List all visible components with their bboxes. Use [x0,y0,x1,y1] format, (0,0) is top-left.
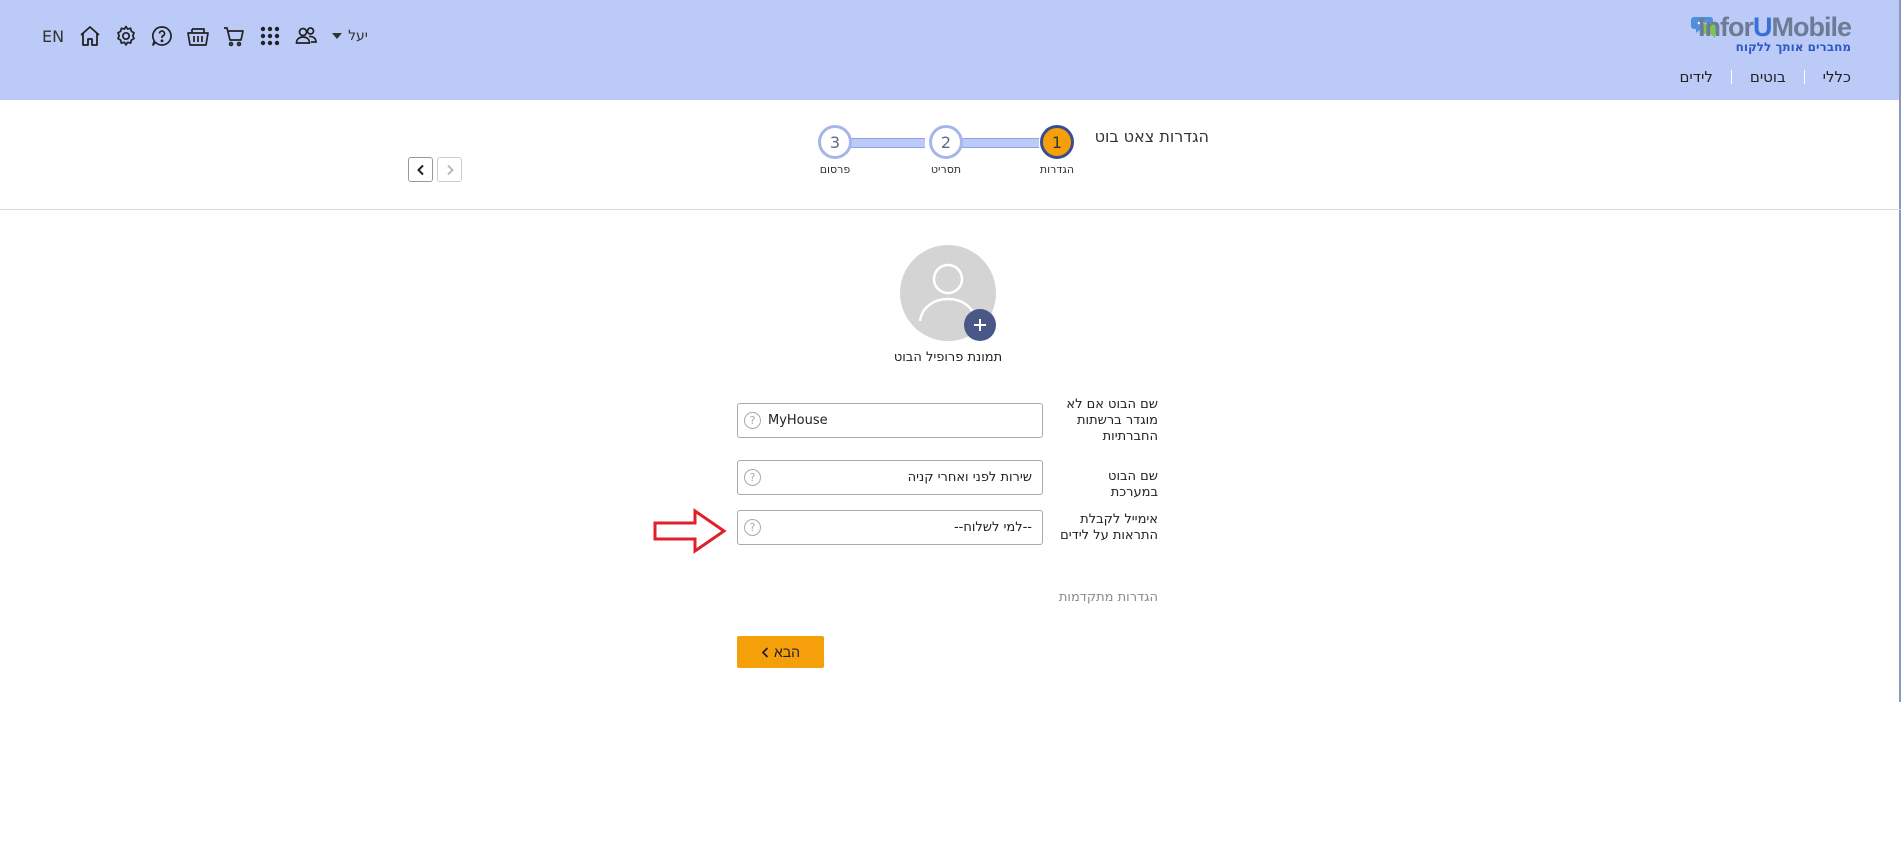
advanced-settings-link[interactable]: הגדרות מתקדמות [1059,590,1158,605]
user-name: יעל [348,28,368,44]
wizard-arrows [408,157,466,182]
nav-divider [1803,70,1805,84]
home-icon[interactable] [78,24,102,48]
step-connector [962,138,1039,148]
system-name-value: שירות לפני ואחרי קניה [907,470,1032,485]
help-icon[interactable]: ? [744,469,761,486]
main-nav: כללי בוטים לידים [1679,68,1851,86]
email-label: אימייל לקבלת התראות על לידים [1060,512,1158,543]
email-select[interactable]: ? --למי לשלוח-- [737,510,1043,545]
help-icon[interactable]: ? [744,519,761,536]
top-header: InforUMobile מחברים אותך ללקוח כללי בוטי… [0,0,1901,100]
step-connector [850,138,925,148]
brand-logo[interactable]: InforUMobile מחברים אותך ללקוח [1691,12,1852,56]
basket-icon[interactable] [186,24,210,48]
next-button[interactable]: הבא [737,636,824,668]
add-photo-button[interactable] [964,309,996,341]
step-1-label: הגדרות [1039,163,1075,176]
red-arrow-annotation-icon [653,508,727,554]
logo-wordmark: InforUMobile [1698,12,1852,42]
step-1-circle[interactable]: 1 [1040,125,1074,159]
help-chat-icon[interactable] [150,24,174,48]
language-switch[interactable]: EN [42,27,64,46]
chevron-right-icon [446,164,454,175]
nav-bots[interactable]: בוטים [1750,68,1786,86]
user-menu[interactable]: יעל [332,28,368,44]
step-2-label: תסריט [930,163,962,176]
header-toolbar: EN יעל [42,24,368,48]
bot-name-field[interactable]: ? MyHouse [737,403,1043,438]
system-name-field[interactable]: ? שירות לפני ואחרי קניה [737,460,1043,495]
step-2-circle[interactable]: 2 [929,125,963,159]
users-icon[interactable] [294,24,318,48]
wizard-title: הגדרות צאט בוט [1094,127,1209,146]
step-3-circle[interactable]: 3 [818,125,852,159]
apps-grid-icon[interactable] [258,24,282,48]
bot-name-value: MyHouse [768,413,828,428]
system-name-label: שם הבוט במערכת [1108,469,1158,500]
logo-tagline: מחברים אותך ללקוח [1735,40,1851,54]
next-button-label: הבא [773,644,801,660]
nav-general[interactable]: כללי [1823,68,1851,86]
prev-arrow-button[interactable] [408,157,433,182]
plus-icon [974,319,986,331]
chevron-left-icon [416,164,424,175]
chevron-left-icon [761,646,770,658]
nav-leads[interactable]: לידים [1679,68,1712,86]
next-arrow-button[interactable] [437,157,462,182]
help-icon[interactable]: ? [744,412,761,429]
gear-icon[interactable] [114,24,138,48]
cart-icon[interactable] [222,24,246,48]
step-3-label: פרסום [819,163,851,176]
header-divider [0,209,1901,210]
bot-name-label: שם הבוט אם לא מוגדר ברשתות החברתיות [1066,397,1158,444]
email-select-value: --למי לשלוח-- [953,520,1032,535]
avatar-caption: תמונת פרופיל הבוט [893,350,1003,365]
user-dropdown-caret-icon [332,33,343,39]
nav-divider [1730,70,1732,84]
